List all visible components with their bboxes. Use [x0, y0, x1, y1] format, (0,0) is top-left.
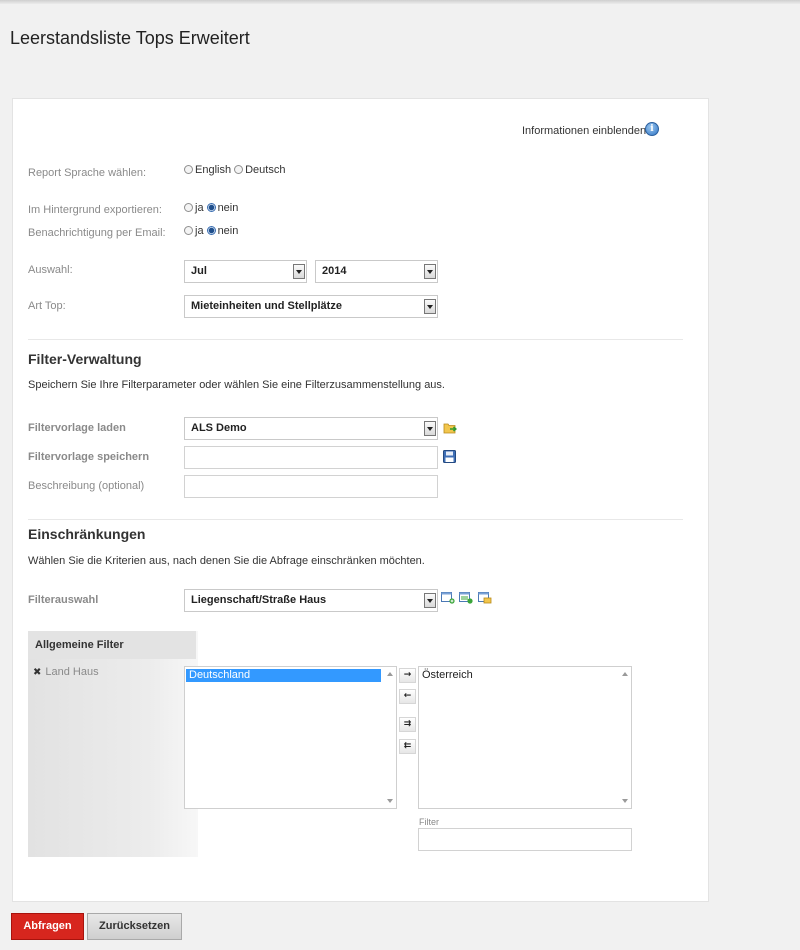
language-deutsch-radio[interactable]: [234, 165, 244, 174]
restrictions-title: Einschränkungen: [28, 526, 146, 542]
filter-search-input[interactable]: [418, 828, 632, 851]
available-values-list[interactable]: Deutschland: [184, 666, 397, 809]
info-icon[interactable]: i: [645, 122, 659, 136]
chevron-down-icon[interactable]: [424, 264, 436, 279]
chevron-down-icon[interactable]: [424, 299, 436, 314]
filter-management-description: Speichern Sie Ihre Filterparameter oder …: [28, 379, 445, 391]
language-radio-group: English Deutsch: [184, 164, 288, 176]
info-toggle-link[interactable]: Informationen einblenden: [522, 125, 646, 137]
filter-save-label: Filtervorlage speichern: [28, 451, 150, 463]
available-list-scrollbar[interactable]: [384, 667, 396, 808]
email-notify-yes-label[interactable]: ja: [195, 225, 204, 237]
background-export-radio-group: ja nein: [184, 202, 241, 214]
email-notify-label: Benachrichtigung per Email:: [28, 227, 166, 239]
language-label: Report Sprache wählen:: [28, 167, 147, 179]
email-notify-no-label[interactable]: nein: [218, 225, 239, 237]
background-export-yes-radio[interactable]: [184, 203, 193, 212]
general-filter-box: [28, 631, 198, 857]
month-select-value: Jul: [191, 265, 207, 277]
copy-filter-icon[interactable]: [478, 592, 492, 604]
close-icon[interactable]: ✖: [33, 667, 41, 678]
background-export-no-label[interactable]: nein: [218, 202, 239, 214]
filter-load-label: Filtervorlage laden: [28, 422, 126, 434]
add-filter-icon[interactable]: [441, 592, 455, 604]
edit-filter-icon[interactable]: [459, 592, 473, 604]
save-disk-icon[interactable]: [443, 450, 456, 463]
language-deutsch-label[interactable]: Deutsch: [245, 164, 285, 176]
filter-description-input[interactable]: [184, 475, 438, 498]
filter-select-dropdown[interactable]: Liegenschaft/Straße Haus: [184, 589, 438, 612]
background-export-no-radio[interactable]: [206, 203, 216, 212]
general-filter-heading: Allgemeine Filter: [28, 631, 196, 659]
submit-button[interactable]: Abfragen: [11, 913, 84, 940]
general-filter-item[interactable]: ✖ Land Haus: [33, 666, 99, 678]
language-english-radio[interactable]: [184, 165, 193, 174]
selected-values-list[interactable]: Österreich: [418, 666, 632, 809]
art-top-select-value: Mieteinheiten und Stellplätze: [191, 300, 342, 312]
section-divider: [28, 339, 683, 340]
top-bar: [0, 0, 800, 4]
art-top-label: Art Top:: [28, 300, 66, 312]
reset-button[interactable]: Zurücksetzen: [87, 913, 182, 940]
filter-description-label: Beschreibung (optional): [28, 480, 145, 492]
general-filter-item-label: Land Haus: [45, 666, 99, 678]
report-form-panel: Informationen einblenden i Report Sprach…: [12, 98, 709, 902]
art-top-select[interactable]: Mieteinheiten und Stellplätze: [184, 295, 438, 318]
email-notify-yes-radio[interactable]: [184, 226, 193, 235]
month-select[interactable]: Jul: [184, 260, 307, 283]
chevron-down-icon[interactable]: [424, 593, 436, 608]
email-notify-no-radio[interactable]: [206, 226, 216, 235]
chevron-down-icon[interactable]: [424, 421, 436, 436]
selection-label: Auswahl:: [28, 264, 73, 276]
year-select-value: 2014: [322, 265, 347, 277]
section-divider: [28, 519, 683, 520]
remove-all-button[interactable]: ⇇: [399, 739, 416, 754]
filter-search-label: Filter: [419, 817, 439, 827]
filter-management-title: Filter-Verwaltung: [28, 351, 142, 367]
filter-select-value: Liegenschaft/Straße Haus: [191, 594, 327, 606]
list-item[interactable]: Deutschland: [186, 669, 381, 682]
load-folder-icon[interactable]: [443, 422, 457, 434]
chevron-down-icon[interactable]: [293, 264, 305, 279]
page-title: Leerstandsliste Tops Erweitert: [10, 28, 250, 48]
email-notify-radio-group: ja nein: [184, 225, 241, 237]
filter-select-label: Filterauswahl: [28, 594, 99, 606]
add-all-button[interactable]: ⇉: [399, 717, 416, 732]
background-export-label: Im Hintergrund exportieren:: [28, 204, 162, 216]
background-export-yes-label[interactable]: ja: [195, 202, 204, 214]
filter-load-select-value: ALS Demo: [191, 422, 247, 434]
restrictions-description: Wählen Sie die Kriterien aus, nach denen…: [28, 555, 425, 567]
filter-save-input[interactable]: [184, 446, 438, 469]
language-english-label[interactable]: English: [195, 164, 231, 176]
remove-selected-button[interactable]: ←: [399, 689, 416, 704]
year-select[interactable]: 2014: [315, 260, 438, 283]
list-item[interactable]: Österreich: [419, 669, 631, 682]
filter-load-select[interactable]: ALS Demo: [184, 417, 438, 440]
add-selected-button[interactable]: →: [399, 668, 416, 683]
selected-list-scrollbar[interactable]: [619, 667, 631, 808]
